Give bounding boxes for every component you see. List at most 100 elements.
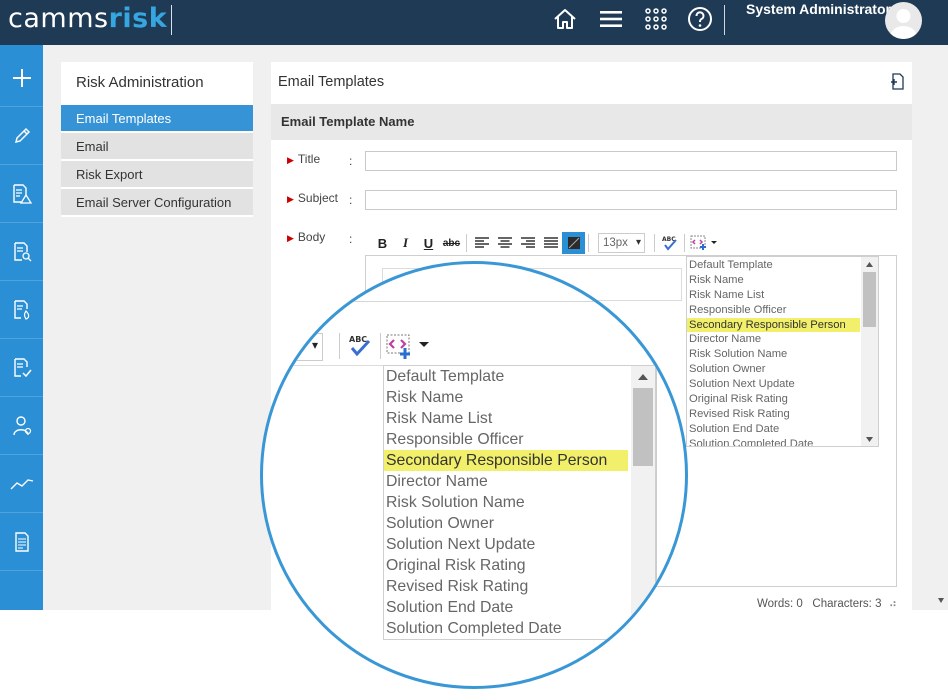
menu-icon[interactable]: [598, 6, 624, 32]
placeholder-option-selected[interactable]: Secondary Responsible Person: [687, 317, 860, 333]
doc-fire-icon: [13, 299, 29, 320]
align-center-button[interactable]: [493, 232, 516, 254]
home-icon[interactable]: [552, 6, 578, 32]
align-left-icon: [474, 237, 489, 248]
placeholder-option[interactable]: Solution Completed Date: [687, 437, 878, 446]
subject-colon: :: [349, 193, 353, 207]
add-document-icon[interactable]: [890, 73, 906, 91]
underline-button[interactable]: U: [417, 232, 440, 254]
zoom-content: ▾ ABC Default Template Risk Name Risk Na…: [263, 264, 685, 686]
nav-email-server-configuration[interactable]: Email Server Configuration: [61, 189, 253, 216]
rail-incidents[interactable]: [0, 281, 43, 339]
rail-trends[interactable]: [0, 455, 43, 513]
subject-input[interactable]: [365, 190, 897, 210]
required-marker-icon: ▶: [287, 233, 294, 243]
search-doc-icon: [13, 241, 31, 261]
align-left-button[interactable]: [470, 232, 493, 254]
placeholder-options: Default Template Risk Name Risk Name Lis…: [687, 257, 878, 446]
zoom-placeholder-list: Default Template Risk Name Risk Name Lis…: [383, 365, 656, 640]
rail-edit[interactable]: [0, 107, 43, 165]
zoom-editor-content-box: [263, 264, 604, 302]
toolbar-separator: [588, 234, 589, 252]
placeholder-option[interactable]: Risk Name List: [687, 288, 878, 303]
zoom-placeholder-option: Risk Name: [386, 389, 464, 406]
zoom-placeholder-option: Director Name: [386, 473, 488, 490]
source-code-button[interactable]: [562, 232, 585, 254]
zoom-scrollbar: [631, 366, 655, 639]
nav-email[interactable]: Email: [61, 133, 253, 160]
placeholder-option[interactable]: Responsible Officer: [687, 303, 878, 318]
person-icon: [12, 415, 31, 435]
user-name[interactable]: System Administrator: [746, 1, 891, 17]
justify-icon: [543, 237, 558, 248]
edit-source-icon: [567, 237, 580, 249]
zoom-scrollbar-graphic: [633, 374, 653, 466]
panel-title: Risk Administration: [76, 74, 204, 91]
zoom-placeholder-option: Revised Risk Rating: [386, 578, 529, 595]
help-icon[interactable]: [687, 6, 713, 32]
subject-label-text: Subject: [297, 191, 338, 205]
rail-documents[interactable]: [0, 513, 43, 571]
required-marker-icon: ▶: [287, 194, 294, 204]
characters-label: Characters:: [812, 598, 872, 610]
zoom-placeholder-options: Default Template Risk Name Risk Name Lis…: [384, 366, 655, 639]
title-colon: :: [349, 154, 353, 168]
spellcheck-button[interactable]: ABC: [658, 232, 681, 254]
nav-email-templates[interactable]: Email Templates: [61, 105, 253, 132]
placeholder-scrollbar[interactable]: [861, 257, 878, 446]
risk-admin-panel: Risk Administration Email Templates Emai…: [61, 62, 253, 217]
title-label-text: Title: [297, 152, 321, 166]
bold-button[interactable]: B: [371, 232, 394, 254]
body-label: ▶ Body: [287, 230, 325, 244]
zoom-font-size-select: ▾: [263, 333, 323, 361]
resize-handle-icon[interactable]: ⠴: [889, 598, 897, 610]
rail-risk-register[interactable]: [0, 165, 43, 223]
rail-people[interactable]: [0, 397, 43, 455]
avatar[interactable]: [885, 2, 922, 39]
placeholder-option[interactable]: Risk Solution Name: [687, 347, 878, 362]
left-rail: [0, 45, 43, 610]
nav-risk-export[interactable]: Risk Export: [61, 161, 253, 188]
svg-text:ABC: ABC: [349, 335, 367, 344]
page-scrollbar[interactable]: [934, 45, 948, 610]
rail-search-docs[interactable]: [0, 223, 43, 281]
word-count-status: Words: 0 Characters: 3 ⠴: [757, 596, 897, 610]
words-label: Words:: [757, 598, 794, 610]
header-divider: [724, 5, 725, 35]
rail-add[interactable]: [0, 49, 43, 107]
zoom-toolbar-separator: [380, 333, 381, 359]
zoom-placeholder-option: Solution End Date: [386, 599, 514, 616]
scrollbar-graphic: [863, 262, 876, 442]
placeholder-option[interactable]: Revised Risk Rating: [687, 407, 878, 422]
placeholder-dropdown[interactable]: Default Template Risk Name Risk Name Lis…: [686, 256, 879, 447]
strikethrough-button[interactable]: abc: [440, 232, 463, 254]
insert-placeholder-button[interactable]: [688, 232, 720, 254]
body-colon: :: [349, 232, 353, 246]
logo[interactable]: cammsrisk: [8, 3, 167, 34]
spellcheck-icon: ABC: [662, 236, 677, 251]
toolbar-separator: [684, 234, 685, 252]
zoom-placeholder-option: Risk Solution Name: [386, 494, 525, 511]
placeholder-option[interactable]: Risk Name: [687, 273, 878, 288]
placeholder-option[interactable]: Solution Next Update: [687, 377, 878, 392]
zoom-editor-border: [656, 365, 657, 685]
page-scrollbar-graphic: [938, 598, 944, 603]
document-icon: [14, 531, 29, 552]
title-input[interactable]: [365, 151, 897, 171]
justify-button[interactable]: [539, 232, 562, 254]
rail-compliance[interactable]: [0, 339, 43, 397]
zoom-insert-placeholder-icon: [386, 334, 429, 359]
font-size-select[interactable]: 13px: [598, 233, 645, 253]
placeholder-option[interactable]: Solution Owner: [687, 362, 878, 377]
placeholder-option[interactable]: Original Risk Rating: [687, 392, 878, 407]
characters-value: 3: [875, 598, 882, 610]
placeholder-option[interactable]: Solution End Date: [687, 422, 878, 437]
apps-grid-icon[interactable]: [643, 6, 669, 32]
plus-icon: [12, 68, 31, 87]
zoom-placeholder-option: Risk Name List: [386, 410, 493, 427]
align-right-button[interactable]: [516, 232, 539, 254]
placeholder-option[interactable]: Default Template: [687, 258, 878, 273]
placeholder-option[interactable]: Director Name: [687, 332, 878, 347]
italic-button[interactable]: I: [394, 232, 417, 254]
zoom-dropdown-arrow-icon: ▾: [311, 338, 318, 352]
